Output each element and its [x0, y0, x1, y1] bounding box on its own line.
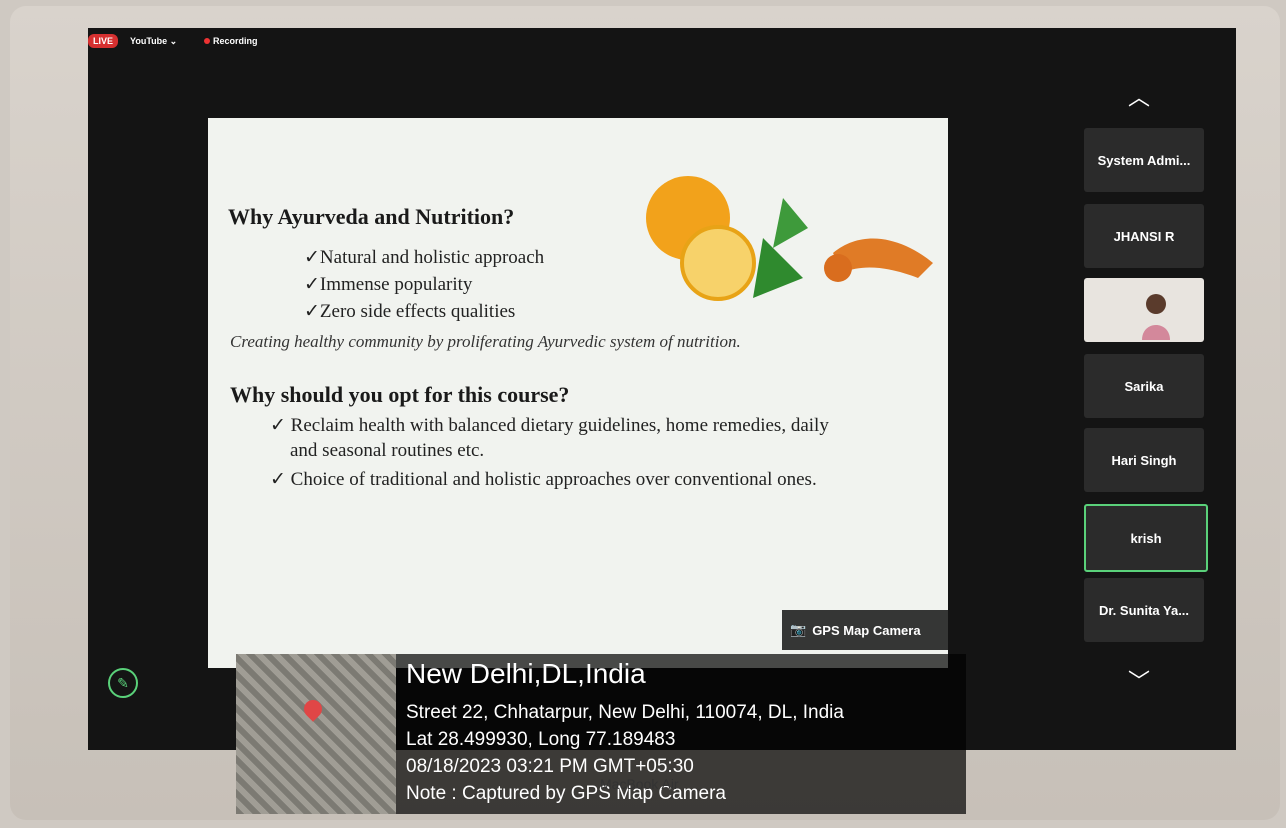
slide-tagline: Creating healthy community by proliferat… — [230, 332, 741, 351]
slide-point: ✓ Choice of traditional and holistic app… — [270, 469, 817, 490]
participant-tile[interactable]: JHANSI R — [1084, 204, 1204, 268]
fruit-illustration — [646, 176, 933, 301]
slide-point: ✓ Reclaim health with balanced dietary g… — [270, 415, 829, 436]
map-thumbnail — [236, 654, 396, 814]
person-avatar-icon — [1142, 294, 1170, 340]
chevron-up-icon[interactable]: ︿ — [1128, 80, 1150, 112]
chevron-down-icon[interactable]: ﹀ — [1128, 664, 1150, 696]
slide-heading-1: Why Ayurveda and Nutrition? — [228, 204, 515, 229]
participant-tile[interactable]: System Admi... — [1084, 128, 1204, 192]
gps-camera-tag: 📷 GPS Map Camera — [782, 610, 966, 650]
presentation-slide: Why Ayurveda and Nutrition? ✓Natural and… — [208, 118, 948, 668]
meeting-screen: LIVE YouTube ⌄ Recording Why Ayurveda an… — [88, 28, 1236, 750]
participant-tile[interactable]: Sarika — [1084, 354, 1204, 418]
location-pin-icon — [300, 696, 326, 722]
gps-coords: Lat 28.499930, Long 77.189483 — [406, 729, 676, 750]
gps-address: Street 22, Chhatarpur, New Delhi, 110074… — [406, 702, 844, 723]
participant-video-tile[interactable] — [1084, 278, 1204, 342]
participant-tile[interactable]: Dr. Sunita Ya... — [1084, 578, 1204, 642]
live-badge: LIVE — [88, 34, 119, 48]
slide-point: ✓Natural and holistic approach — [304, 247, 545, 268]
slide-point: and seasonal routines etc. — [290, 440, 485, 461]
device-label: MacBook Air — [600, 776, 679, 792]
participant-tile-active[interactable]: krish — [1084, 504, 1208, 572]
pen-icon[interactable]: ✎ — [108, 668, 138, 698]
gps-datetime: 08/18/2023 03:21 PM GMT+05:30 — [406, 756, 694, 777]
slide-point: ✓Zero side effects qualities — [304, 301, 516, 322]
participant-tile[interactable]: Hari Singh — [1084, 428, 1204, 492]
slide-heading-2: Why should you opt for this course? — [230, 382, 570, 407]
record-dot-icon — [204, 38, 210, 44]
recording-indicator: Recording — [204, 36, 258, 46]
platform-dropdown[interactable]: YouTube ⌄ — [130, 36, 177, 47]
camera-icon: 📷 — [790, 622, 807, 637]
gps-location: New Delhi,DL,India — [406, 658, 646, 689]
slide-point: ✓Immense popularity — [304, 274, 473, 295]
